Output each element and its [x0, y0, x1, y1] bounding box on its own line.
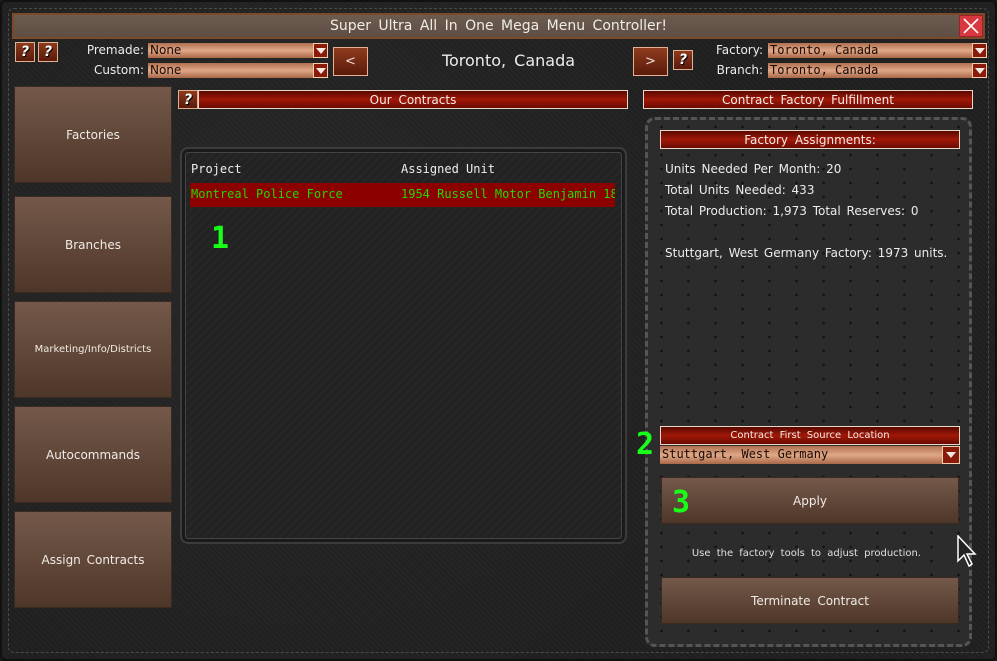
factory-value: Toronto, Canada [770, 43, 879, 57]
current-city-title: Toronto, Canada [441, 51, 576, 70]
column-header-project: Project [191, 162, 242, 176]
next-city-button[interactable]: > [633, 47, 668, 76]
chevron-down-icon[interactable] [942, 446, 960, 464]
help-button-1[interactable]: ? [15, 42, 35, 62]
window-titlebar: Super Ultra All In One Mega Menu Control… [12, 13, 985, 39]
premade-label: Premade: [86, 43, 144, 57]
question-mark-icon: ? [678, 52, 688, 68]
sidebar-item-label: Assign Contracts [41, 552, 145, 567]
sidebar-item-label: Autocommands [45, 447, 140, 462]
question-mark-icon: ? [20, 44, 30, 60]
contracts-help-button[interactable]: ? [178, 90, 198, 109]
factory-production-line: Stuttgart, West Germany Factory: 1973 un… [665, 246, 948, 260]
production-hint: Use the factory tools to adjust producti… [691, 548, 921, 559]
question-mark-icon: ? [183, 91, 193, 108]
chevron-down-icon[interactable] [972, 63, 987, 78]
sidebar-item-label: Factories [66, 127, 120, 142]
annotation-1: 1 [211, 221, 230, 256]
premade-value: None [150, 43, 182, 57]
premade-dropdown[interactable]: None [148, 43, 328, 58]
source-location-title: Contract First Source Location [730, 430, 890, 441]
row-assigned-unit: 1954 Russell Motor Benjamin 185 [401, 187, 615, 201]
question-mark-icon: ? [43, 44, 53, 60]
annotation-3: 3 [672, 485, 691, 520]
total-units-needed: Total Units Needed: 433 [665, 183, 815, 197]
apply-button[interactable]: Apply [661, 477, 959, 524]
close-x-icon [963, 18, 979, 34]
custom-label: Custom: [93, 63, 144, 77]
factory-assignments-title: Factory Assignments: [744, 132, 876, 147]
factory-dropdown[interactable]: Toronto, Canada [768, 43, 987, 58]
branch-value: Toronto, Canada [770, 63, 879, 77]
custom-dropdown[interactable]: None [148, 63, 328, 78]
sidebar-item-marketing[interactable]: Marketing/Info/Districts [14, 301, 172, 398]
our-contracts-title: Our Contracts [369, 92, 457, 107]
total-production: Total Production: 1,973 Total Reserves: … [665, 204, 919, 218]
branch-dropdown[interactable]: Toronto, Canada [768, 63, 987, 78]
terminate-label: Terminate Contract [751, 593, 869, 608]
sidebar-item-autocommands[interactable]: Autocommands [14, 406, 172, 503]
help-button-2[interactable]: ? [38, 42, 58, 62]
branch-label: Branch: [716, 63, 763, 77]
help-button-3[interactable]: ? [673, 50, 693, 70]
fulfillment-title: Contract Factory Fulfillment [722, 92, 894, 107]
mouse-cursor-icon [957, 535, 977, 567]
sidebar-item-assign-contracts[interactable]: Assign Contracts [14, 511, 172, 608]
previous-city-button[interactable]: < [333, 47, 368, 76]
custom-value: None [150, 63, 182, 77]
source-location-value: Stuttgart, West Germany [662, 447, 829, 461]
next-arrow-label: > [645, 54, 656, 69]
column-header-assigned-unit: Assigned Unit [401, 162, 495, 176]
factory-assignments-header: Factory Assignments: [660, 130, 960, 149]
table-row[interactable]: Montreal Police Force 1954 Russell Motor… [190, 183, 615, 207]
previous-arrow-label: < [345, 54, 356, 69]
sidebar-item-label: Marketing/Info/Districts [34, 344, 152, 355]
terminate-contract-button[interactable]: Terminate Contract [661, 577, 959, 624]
fulfillment-header: Contract Factory Fulfillment [643, 90, 973, 109]
chevron-down-icon[interactable] [972, 43, 987, 58]
sidebar-item-label: Branches [65, 237, 121, 252]
source-location-header: Contract First Source Location [660, 426, 960, 445]
sidebar-item-factories[interactable]: Factories [14, 86, 172, 183]
close-button[interactable] [959, 15, 983, 37]
apply-label: Apply [793, 493, 827, 508]
annotation-2: 2 [636, 427, 655, 462]
window-title: Super Ultra All In One Mega Menu Control… [329, 18, 668, 34]
source-location-dropdown[interactable]: Stuttgart, West Germany [660, 446, 960, 464]
chevron-down-icon[interactable] [313, 63, 328, 78]
row-project: Montreal Police Force [191, 187, 343, 201]
our-contracts-header: Our Contracts [198, 90, 628, 109]
units-needed-per-month: Units Needed Per Month: 20 [665, 162, 842, 176]
chevron-down-icon[interactable] [313, 43, 328, 58]
factory-label: Factory: [715, 43, 763, 57]
sidebar-item-branches[interactable]: Branches [14, 196, 172, 293]
